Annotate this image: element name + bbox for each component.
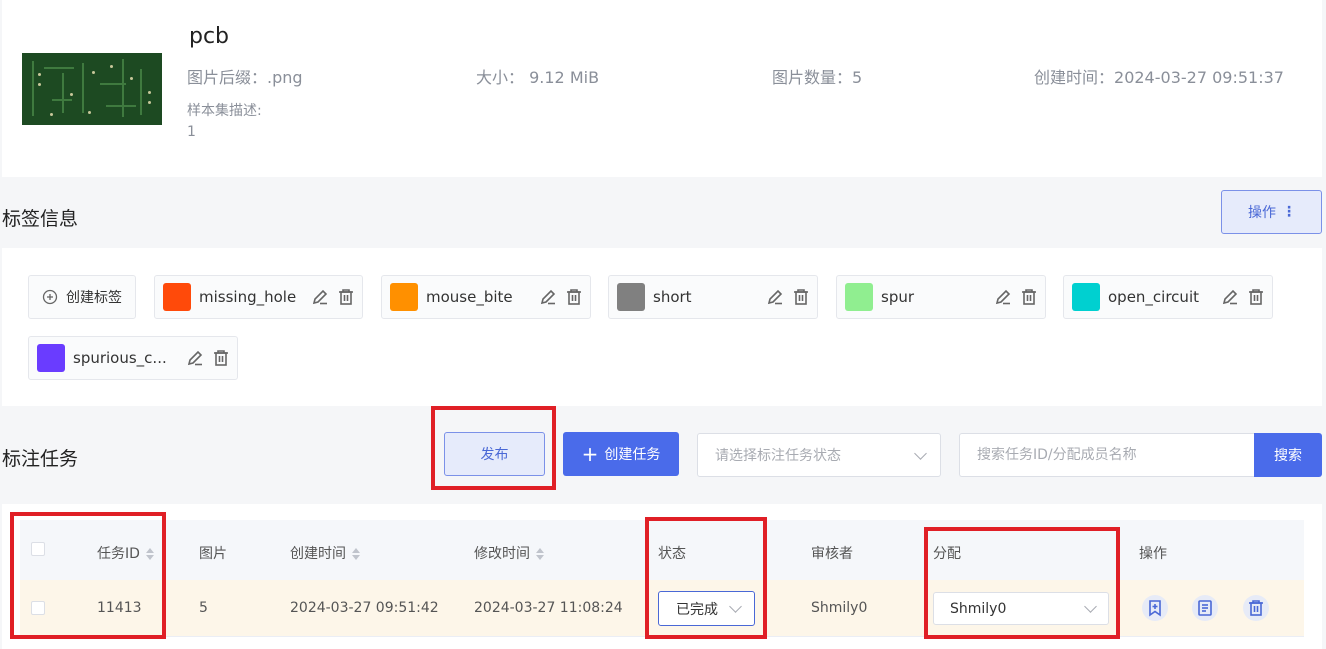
plus-icon: + [581, 442, 599, 466]
trash-icon[interactable] [211, 348, 231, 368]
bookmark-add-icon[interactable] [1142, 595, 1168, 621]
description-value: 1 [187, 124, 196, 140]
trash-icon[interactable] [791, 287, 811, 307]
highlight-box [924, 527, 1120, 639]
edit-icon[interactable] [538, 287, 558, 307]
label-name: spurious_c... [73, 349, 167, 367]
edit-icon[interactable] [310, 287, 330, 307]
task-status-select[interactable]: 请选择标注任务状态 [697, 433, 941, 477]
size-meta: 大小： 9.12 MiB [476, 68, 600, 87]
edit-icon[interactable] [1220, 287, 1240, 307]
document-icon[interactable] [1192, 595, 1218, 621]
trash-icon[interactable] [1246, 287, 1266, 307]
create-label-button[interactable]: 创建标签 [28, 275, 136, 319]
cell-modified: 2024-03-27 11:08:24 [474, 600, 623, 616]
label-name: spur [881, 288, 915, 306]
label-name: open_circuit [1108, 288, 1199, 306]
edit-icon[interactable] [765, 287, 785, 307]
label-name: mouse_bite [426, 288, 513, 306]
cell-created: 2024-03-27 09:51:42 [290, 600, 439, 616]
trash-icon[interactable] [336, 287, 356, 307]
publish-button[interactable]: 发布 [444, 432, 545, 476]
cell-images: 5 [199, 600, 208, 616]
label-chip[interactable]: spurious_c... [28, 336, 238, 380]
create-task-button[interactable]: + 创建任务 [563, 432, 679, 476]
label-color-swatch [390, 283, 418, 311]
dataset-thumbnail[interactable] [22, 53, 162, 125]
chevron-down-icon [914, 447, 927, 460]
edit-icon[interactable] [993, 287, 1013, 307]
plus-circle-icon [42, 289, 58, 305]
trash-icon[interactable] [1019, 287, 1039, 307]
header-images: 图片 [199, 546, 227, 562]
label-chip[interactable]: open_circuit [1063, 275, 1273, 319]
header-modified[interactable]: 修改时间 [474, 543, 544, 563]
search-button[interactable]: 搜索 [1254, 433, 1322, 477]
labels-ops-button[interactable]: 操作 ⋮ [1221, 190, 1322, 234]
labels-panel [2, 248, 1322, 406]
trash-icon[interactable] [564, 287, 584, 307]
created-meta: 创建时间：2024-03-27 09:51:37 [1034, 68, 1284, 87]
sort-icon[interactable] [536, 548, 544, 560]
header-reviewer: 审核者 [811, 546, 853, 562]
edit-icon[interactable] [185, 348, 205, 368]
header-actions: 操作 [1139, 546, 1167, 562]
description-label: 样本集描述: [187, 103, 262, 119]
label-chip[interactable]: spur [836, 275, 1046, 319]
dataset-info-card: pcb [2, 0, 1322, 177]
task-search-input[interactable] [959, 433, 1255, 477]
header-created[interactable]: 创建时间 [290, 543, 360, 563]
dataset-name: pcb [189, 24, 230, 49]
label-name: missing_hole [199, 288, 297, 306]
highlight-box [645, 517, 767, 639]
label-name: short [653, 288, 692, 306]
label-color-swatch [1072, 283, 1100, 311]
suffix-meta: 图片后缀：.png [187, 68, 303, 87]
trash-icon[interactable] [1243, 595, 1269, 621]
sort-icon[interactable] [352, 548, 360, 560]
cell-reviewer: Shmily0 [811, 600, 868, 616]
label-color-swatch [617, 283, 645, 311]
label-chip[interactable]: short [608, 275, 818, 319]
label-color-swatch [163, 283, 191, 311]
label-chip[interactable]: missing_hole [154, 275, 363, 319]
labels-section-title: 标签信息 [2, 208, 79, 230]
label-color-swatch [37, 344, 65, 372]
tasks-section-title: 标注任务 [2, 448, 79, 470]
highlight-box [10, 512, 166, 639]
count-meta: 图片数量：5 [772, 68, 863, 87]
label-color-swatch [845, 283, 873, 311]
more-vertical-icon: ⋮ [1282, 204, 1296, 220]
label-chip[interactable]: mouse_bite [381, 275, 591, 319]
